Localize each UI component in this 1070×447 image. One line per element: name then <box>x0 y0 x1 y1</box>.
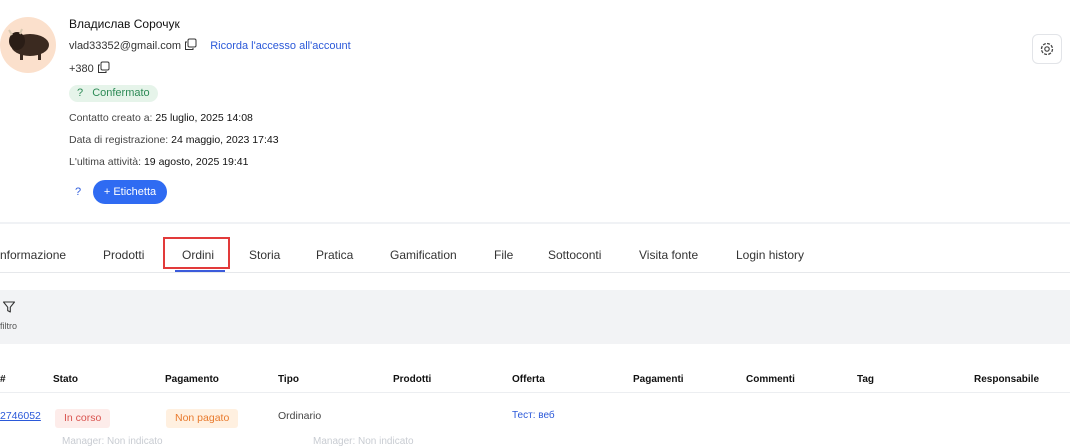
header-divider <box>0 392 1070 393</box>
highlight-box <box>163 237 230 269</box>
filter-label[interactable]: filtro <box>0 321 17 331</box>
tabs-divider <box>0 272 1070 273</box>
contact-name: Владислав Сорочук <box>69 17 180 31</box>
section-divider <box>0 222 1070 224</box>
order-type: Ordinario <box>278 410 322 422</box>
tab-sottoconti[interactable]: Sottoconti <box>548 248 601 262</box>
created-row: Contatto creato a: 25 luglio, 2025 14:08 <box>69 112 253 124</box>
activity-label: L'ultima attività: <box>69 156 142 168</box>
col-header-offerta: Offerta <box>512 374 545 385</box>
registered-label: Data di registrazione: <box>69 134 169 146</box>
tab-gamification[interactable]: Gamification <box>390 248 457 262</box>
status-badge: ? Confermato <box>69 85 158 102</box>
tab-storia[interactable]: Storia <box>249 248 280 262</box>
col-header-tipo: Tipo <box>278 374 299 385</box>
order-id-link[interactable]: 2746052 <box>0 410 41 422</box>
tag-help-icon[interactable]: ? <box>75 186 81 198</box>
status-label: Confermato <box>92 87 150 99</box>
tab-file[interactable]: File <box>494 248 513 262</box>
manager-text: Manager: Non indicato <box>62 436 163 447</box>
phone-row: +380 <box>69 61 110 77</box>
payment-pill: Non pagato <box>166 409 239 428</box>
tab-login-history[interactable]: Login history <box>736 248 804 262</box>
created-value: 25 luglio, 2025 14:08 <box>155 112 253 124</box>
col-header-stato: Stato <box>53 374 78 385</box>
remember-access-link[interactable]: Ricorda l'accesso all'account <box>210 40 351 52</box>
tab-informazione[interactable]: nformazione <box>0 248 66 262</box>
contact-email: vlad33352@gmail.com <box>69 39 182 52</box>
copy-icon[interactable] <box>184 38 197 54</box>
avatar <box>0 17 56 73</box>
col-header-commenti: Commenti <box>746 374 795 385</box>
activity-row: L'ultima attività: 19 agosto, 2025 19:41 <box>69 156 248 168</box>
contact-phone: +380 <box>69 62 94 75</box>
offer-link[interactable]: Тест: веб <box>512 410 555 421</box>
col-header-tag: Tag <box>857 374 875 385</box>
col-header-responsabile: Responsabile <box>974 374 1040 385</box>
col-header-prodotti: Prodotti <box>393 374 432 385</box>
email-row: vlad33352@gmail.com Ricorda l'accesso al… <box>69 38 351 54</box>
registered-row: Data di registrazione: 24 maggio, 2023 1… <box>69 134 279 146</box>
filter-icon[interactable] <box>2 300 16 317</box>
status-help-icon[interactable]: ? <box>77 87 83 99</box>
col-header-pagamento: Pagamento <box>165 374 219 385</box>
tab-prodotti[interactable]: Prodotti <box>103 248 144 262</box>
created-label: Contatto creato a: <box>69 112 153 124</box>
col-header-pagamenti: Pagamenti <box>633 374 684 385</box>
status-pill: In corso <box>55 409 111 428</box>
copy-icon[interactable] <box>97 61 110 77</box>
manager-text: Manager: Non indicato <box>313 436 414 447</box>
gear-icon <box>1040 42 1054 56</box>
tab-pratica[interactable]: Pratica <box>316 248 353 262</box>
activity-value: 19 agosto, 2025 19:41 <box>143 156 249 168</box>
tab-visita-fonte[interactable]: Visita fonte <box>639 248 698 262</box>
registered-value: 24 maggio, 2023 17:43 <box>171 134 279 146</box>
filter-bar <box>0 290 1070 344</box>
settings-button[interactable] <box>1032 34 1062 64</box>
add-tag-button[interactable]: + Etichetta <box>93 180 167 204</box>
col-header-id: # <box>0 374 6 385</box>
